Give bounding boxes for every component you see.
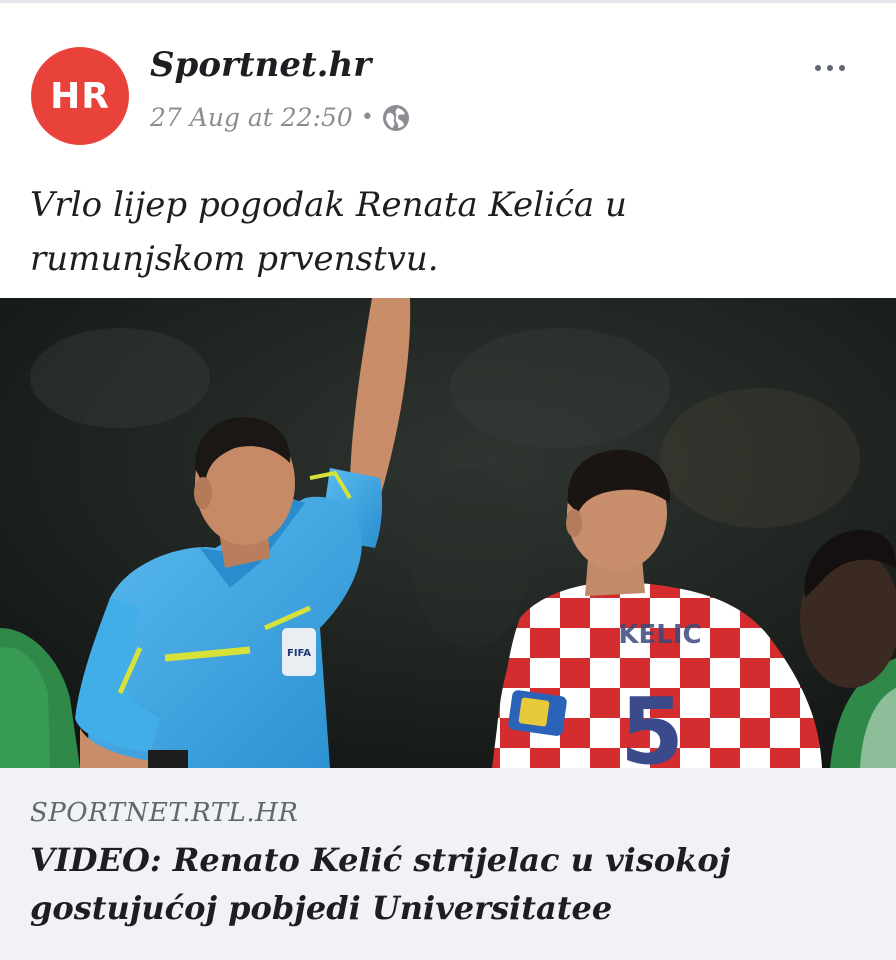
page-avatar[interactable]: HR — [31, 47, 129, 145]
facebook-post: HR Sportnet.hr 27 Aug at 22:50 • Vrlo li… — [0, 0, 896, 960]
more-dot — [827, 65, 833, 71]
post-photo[interactable]: FIFA KELIC 5 — [0, 298, 896, 768]
globe-icon[interactable] — [382, 104, 410, 132]
post-message: Vrlo lijep pogodak Renata Kelića u rumun… — [30, 185, 627, 279]
referee-badge-text: FIFA — [287, 648, 311, 659]
more-dot — [839, 65, 845, 71]
link-preview[interactable]: SPORTNET.RTL.HR VIDEO: Renato Kelić stri… — [0, 768, 896, 960]
post-timestamp[interactable]: 27 Aug at 22:50 — [150, 103, 353, 132]
link-domain: SPORTNET.RTL.HR — [30, 798, 299, 828]
post-meta: 27 Aug at 22:50 • — [150, 103, 410, 132]
top-divider — [0, 0, 896, 3]
more-dot — [815, 65, 821, 71]
avatar-label: HR — [50, 75, 110, 117]
link-title[interactable]: VIDEO: Renato Kelić strijelac u visokoj … — [30, 836, 850, 932]
meta-separator: • — [360, 105, 374, 130]
more-options-icon[interactable] — [800, 50, 860, 86]
jersey-name: KELIC — [618, 620, 701, 650]
jersey-number: 5 — [620, 678, 684, 768]
page-name-link[interactable]: Sportnet.hr — [150, 45, 371, 85]
